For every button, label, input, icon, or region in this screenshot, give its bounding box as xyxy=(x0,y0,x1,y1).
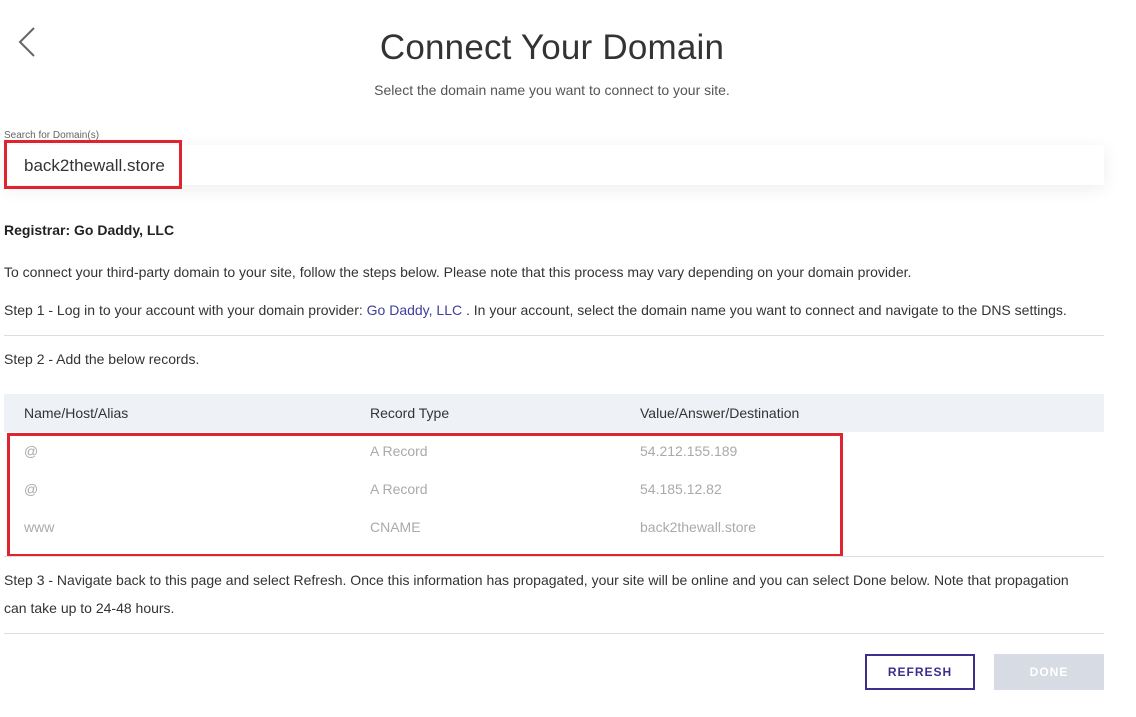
page-subtitle: Select the domain name you want to conne… xyxy=(374,82,730,98)
search-label: Search for Domain(s) xyxy=(4,130,100,141)
search-field-container xyxy=(4,145,1104,185)
done-button[interactable]: DONE xyxy=(994,654,1104,690)
column-header-value: Value/Answer/Destination xyxy=(640,405,800,421)
record-type: A Record xyxy=(370,443,428,459)
step3-text: Step 3 - Navigate back to this page and … xyxy=(4,572,1069,616)
table-header: Name/Host/Alias Record Type Value/Answer… xyxy=(4,394,1104,432)
intro-text: To connect your third-party domain to yo… xyxy=(4,264,912,280)
dns-records-table: Name/Host/Alias Record Type Value/Answer… xyxy=(4,394,1104,546)
registrar-label: Registrar: Go Daddy, LLC xyxy=(4,222,175,238)
divider xyxy=(4,556,1104,557)
record-type: CNAME xyxy=(370,519,421,535)
column-header-name: Name/Host/Alias xyxy=(24,405,129,421)
column-header-type: Record Type xyxy=(370,405,450,421)
step1-suffix: . In your account, select the domain nam… xyxy=(462,302,1067,318)
page-title: Connect Your Domain xyxy=(379,28,725,67)
table-row: @ A Record 54.185.12.82 xyxy=(4,470,1104,508)
record-type: A Record xyxy=(370,481,428,497)
divider xyxy=(4,633,1104,634)
search-input[interactable] xyxy=(24,153,724,179)
table-row: www CNAME back2thewall.store xyxy=(4,508,1104,546)
record-value: 54.185.12.82 xyxy=(640,481,722,497)
step1-text: Step 1 - Log in to your account with you… xyxy=(4,302,1067,318)
step2-text: Step 2 - Add the below records. xyxy=(4,351,200,367)
provider-link[interactable]: Go Daddy, LLC xyxy=(367,302,462,318)
divider xyxy=(4,335,1104,336)
step1-prefix: Step 1 - Log in to your account with you… xyxy=(4,302,367,318)
refresh-button[interactable]: REFRESH xyxy=(865,654,975,690)
record-name: @ xyxy=(24,443,39,459)
record-name: @ xyxy=(24,481,39,497)
record-value: 54.212.155.189 xyxy=(640,443,738,459)
table-row: @ A Record 54.212.155.189 xyxy=(4,432,1104,470)
record-name: www xyxy=(24,519,55,535)
record-value: back2thewall.store xyxy=(640,519,756,535)
